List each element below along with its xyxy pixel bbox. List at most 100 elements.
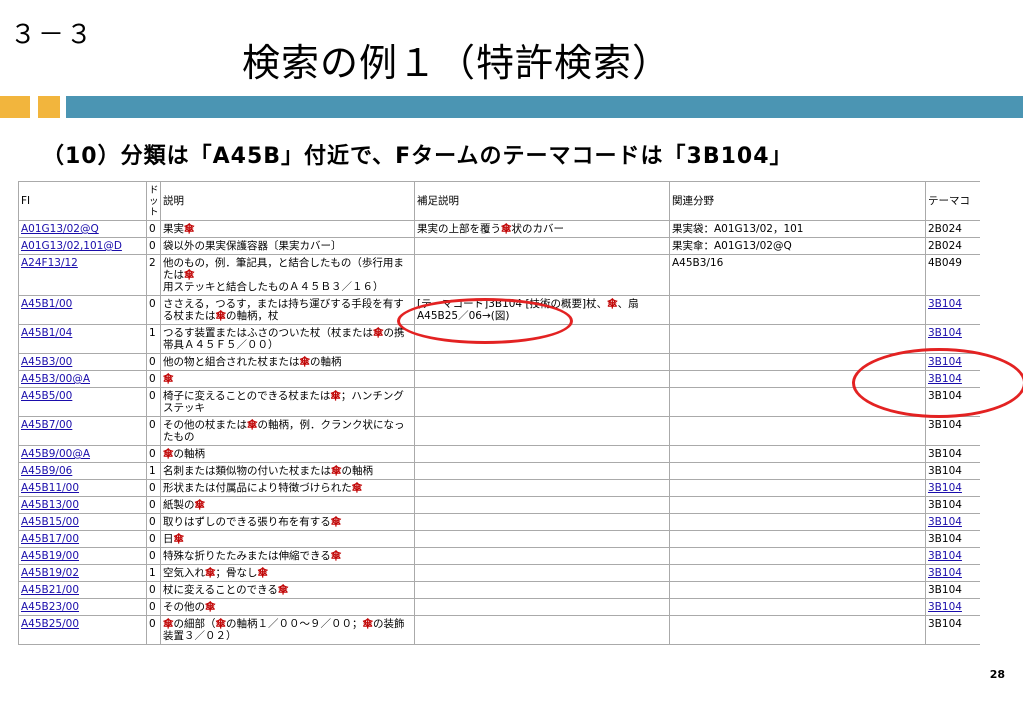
fi-link[interactable]: A01G13/02,101@D — [21, 240, 122, 252]
cell-related — [669, 564, 926, 582]
fi-link[interactable]: A45B23/00 — [21, 601, 79, 613]
cell-supplementary — [414, 254, 670, 296]
cell-description: 椅子に変えることのできる杖または傘；ハンチングステッキ — [160, 387, 415, 417]
cell-fi: A45B5/00 — [18, 387, 147, 417]
cell-supplementary — [414, 237, 670, 255]
cell-description: 空気入れ傘；骨なし傘 — [160, 564, 415, 582]
cell-supplementary — [414, 479, 670, 497]
cell-description: 袋以外の果実保護容器〔果実カバー〕 — [160, 237, 415, 255]
cell-description: 日傘 — [160, 530, 415, 548]
theme-code-link[interactable]: 3B104 — [928, 601, 962, 613]
cell-theme: 3B104 — [925, 445, 980, 463]
keyword-highlight: 傘 — [607, 298, 618, 310]
keyword-highlight: 傘 — [330, 550, 342, 562]
table-row: A45B13/00 0 紙製の傘 3B104 — [18, 496, 980, 514]
cell-theme: 3B104 — [925, 547, 980, 565]
fi-link[interactable]: A45B3/00@A — [21, 373, 90, 385]
cell-fi: A45B23/00 — [18, 598, 147, 616]
cell-supplementary — [414, 598, 670, 616]
keyword-highlight: 傘 — [205, 601, 216, 613]
fi-link[interactable]: A45B25/00 — [21, 618, 79, 630]
fi-link[interactable]: A45B11/00 — [21, 482, 79, 494]
fi-link[interactable]: A45B19/00 — [21, 550, 79, 562]
theme-code-link[interactable]: 3B104 — [928, 567, 962, 579]
cell-dot: 0 — [146, 496, 161, 514]
cell-theme: 3B104 — [925, 496, 980, 514]
fi-link[interactable]: A45B19/02 — [21, 567, 79, 579]
table-row: A45B17/00 0 日傘 3B104 — [18, 530, 980, 548]
page-title: 検索の例１（特許検索） — [242, 41, 672, 85]
cell-related — [669, 295, 926, 325]
fi-link[interactable]: A45B15/00 — [21, 516, 79, 528]
highlight-circle-3b104 — [852, 348, 1023, 418]
cell-description: 果実傘 — [160, 220, 415, 238]
table-header-row: FI ドット 説明 補足説明 関連分野 テーマコ — [18, 181, 980, 221]
fi-link[interactable]: A45B7/00 — [21, 419, 72, 431]
cell-fi: A45B7/00 — [18, 416, 147, 446]
cell-related — [669, 479, 926, 497]
cell-description: 他の物と組合された杖または傘の軸柄 — [160, 353, 415, 371]
cell-related — [669, 416, 926, 446]
fi-table: FI ドット 説明 補足説明 関連分野 テーマコ A01G13/02@Q 0 果実傘… — [18, 181, 980, 645]
theme-code-link[interactable]: 3B104 — [928, 550, 962, 562]
cell-related — [669, 445, 926, 463]
fi-link[interactable]: A01G13/02@Q — [21, 223, 99, 235]
keyword-highlight: 傘 — [330, 516, 342, 528]
fi-link[interactable]: A45B21/00 — [21, 584, 79, 596]
cell-fi: A01G13/02@Q — [18, 220, 147, 238]
cell-dot: 0 — [146, 479, 161, 497]
fi-link[interactable]: A45B3/00 — [21, 356, 72, 368]
cell-fi: A45B19/02 — [18, 564, 147, 582]
fi-link[interactable]: A45B9/00@A — [21, 448, 90, 460]
cell-supplementary: 果実の上部を覆う傘状のカバー — [414, 220, 670, 238]
keyword-highlight: 傘 — [351, 482, 363, 494]
keyword-highlight: 傘 — [194, 499, 206, 511]
table-row: A45B5/00 0 椅子に変えることのできる杖または傘；ハンチングステッキ 3B10… — [18, 387, 980, 417]
table-row: A45B9/00@A 0 傘の軸柄 3B104 — [18, 445, 980, 463]
fi-link[interactable]: A45B9/06 — [21, 465, 72, 477]
cell-dot: 0 — [146, 237, 161, 255]
cell-supplementary — [414, 370, 670, 388]
accent-bar — [66, 96, 1023, 118]
keyword-highlight: 傘 — [247, 419, 258, 431]
cell-dot: 0 — [146, 581, 161, 599]
cell-fi: A24F13/12 — [18, 254, 147, 296]
cell-dot: 0 — [146, 615, 161, 645]
table-row: A01G13/02,101@D 0 袋以外の果実保護容器〔果実カバー〕 果実傘：A01… — [18, 237, 980, 255]
cell-supplementary — [414, 387, 670, 417]
cell-description: 傘の軸柄 — [160, 445, 415, 463]
theme-code-link[interactable]: 3B104 — [928, 298, 962, 310]
keyword-highlight: 傘 — [173, 533, 185, 545]
cell-fi: A45B25/00 — [18, 615, 147, 645]
cell-description: 形状または付属品により特徴づけられた傘 — [160, 479, 415, 497]
keyword-highlight: 傘 — [330, 390, 341, 402]
fi-link[interactable]: A45B5/00 — [21, 390, 72, 402]
table-row: A45B21/00 0 杖に変えることのできる傘 3B104 — [18, 581, 980, 599]
cell-fi: A45B21/00 — [18, 581, 147, 599]
keyword-highlight: 傘 — [331, 465, 342, 477]
cell-theme: 3B104 — [925, 530, 980, 548]
cell-description: 他のもの，例．筆記具，と結合したもの（歩行用または傘用ステッキと結合したものＡ４… — [160, 254, 415, 296]
cell-related — [669, 513, 926, 531]
cell-fi: A45B11/00 — [18, 479, 147, 497]
fi-link[interactable]: A24F13/12 — [21, 257, 78, 269]
theme-code-link[interactable]: 3B104 — [928, 327, 962, 339]
cell-description: 傘の細部（傘の軸柄１／００～９／００；傘の装飾装置３／０２） — [160, 615, 415, 645]
fi-link[interactable]: A45B1/00 — [21, 298, 72, 310]
cell-description: つるす装置またはふさのついた杖（杖または傘の携帯具Ａ４５Ｆ５／００） — [160, 324, 415, 354]
fi-link[interactable]: A45B1/04 — [21, 327, 72, 339]
cell-supplementary — [414, 564, 670, 582]
cell-dot: 0 — [146, 370, 161, 388]
cell-theme: 3B104 — [925, 615, 980, 645]
fi-link[interactable]: A45B13/00 — [21, 499, 79, 511]
cell-dot: 0 — [146, 295, 161, 325]
cell-description: 紙製の傘 — [160, 496, 415, 514]
table-row: A45B3/00@A 0 傘 3B104 — [18, 370, 980, 388]
theme-code-link[interactable]: 3B104 — [928, 482, 962, 494]
fi-link[interactable]: A45B17/00 — [21, 533, 79, 545]
keyword-highlight: 傘 — [163, 448, 174, 460]
theme-code-link[interactable]: 3B104 — [928, 516, 962, 528]
cell-theme: 3B104 — [925, 581, 980, 599]
cell-related — [669, 496, 926, 514]
keyword-highlight: 傘 — [163, 373, 174, 385]
